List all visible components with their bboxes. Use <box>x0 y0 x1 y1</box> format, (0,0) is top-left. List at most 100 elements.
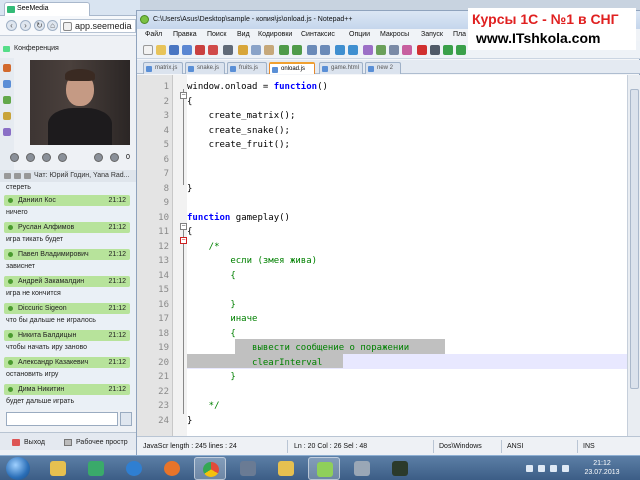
settings-icon[interactable] <box>3 128 11 136</box>
open-folder-icon[interactable] <box>156 45 166 55</box>
new-file-icon[interactable] <box>143 45 153 55</box>
print-icon[interactable] <box>223 45 233 55</box>
power-icon[interactable] <box>562 465 569 472</box>
tray-arrow-icon[interactable] <box>526 465 533 472</box>
chat-send-button[interactable] <box>120 412 132 426</box>
forward-icon[interactable]: › <box>20 20 31 31</box>
close-file-icon[interactable] <box>195 45 205 55</box>
cut-icon[interactable] <box>238 45 248 55</box>
paste-icon[interactable] <box>264 45 274 55</box>
file-tab-fruits[interactable]: fruits.js <box>227 62 267 74</box>
word-wrap-icon[interactable] <box>376 45 386 55</box>
taskbar-app-firefox[interactable] <box>156 457 188 480</box>
show-all-chars-icon[interactable] <box>389 45 399 55</box>
file-tab-new-2[interactable]: new 2 <box>365 62 401 74</box>
back-icon[interactable]: ‹ <box>6 20 17 31</box>
taskbar-app-chrome[interactable] <box>194 457 226 480</box>
line-number: 1 <box>163 82 169 92</box>
code-line: 19 вывести сообщение о поражении <box>137 341 627 356</box>
home-icon[interactable]: ⌂ <box>47 20 58 31</box>
sync-scroll-icon[interactable] <box>363 45 373 55</box>
internet-explorer-icon <box>126 461 142 476</box>
menu-item-edit[interactable]: Правка <box>173 29 197 41</box>
line-number: 7 <box>163 169 169 179</box>
record-icon[interactable] <box>110 153 119 162</box>
zoom-out-icon[interactable] <box>348 45 358 55</box>
close-all-icon[interactable] <box>208 45 218 55</box>
status-separator <box>433 440 434 453</box>
browser-tab[interactable]: SeeMedia <box>4 2 90 16</box>
taskbar-clock[interactable]: 21:12 23.07.2013 <box>572 459 632 477</box>
menu-item-plugins[interactable]: Пла <box>453 29 466 41</box>
menu-item-search[interactable]: Поиск <box>207 29 226 41</box>
menu-item-encoding[interactable]: Кодировки <box>258 29 292 41</box>
play-macro-icon[interactable] <box>443 45 453 55</box>
chat-users-icon[interactable] <box>14 173 21 179</box>
menu-item-file[interactable]: Файл <box>145 29 162 41</box>
reload-icon[interactable]: ↻ <box>34 20 45 31</box>
speaker-icon[interactable] <box>58 153 67 162</box>
chat-input[interactable] <box>6 412 118 426</box>
file-tab-matrix[interactable]: matrix.js <box>143 62 183 74</box>
url-input[interactable]: app.seemedia <box>60 19 136 33</box>
taskbar-app-ie[interactable] <box>118 457 150 480</box>
chat-time: 21:12 <box>108 359 126 366</box>
file-tab-label: fruits.js <box>239 65 259 71</box>
line-number: 22 <box>158 386 169 397</box>
chat-icon[interactable] <box>3 96 11 104</box>
save-all-icon[interactable] <box>182 45 192 55</box>
taskbar-app-notepadpp[interactable] <box>308 457 340 480</box>
replace-icon[interactable] <box>320 45 330 55</box>
chat-list-icon[interactable] <box>4 173 11 179</box>
file-tab-onload[interactable]: onload.js <box>269 62 315 74</box>
taskbar-app-cmd[interactable] <box>384 457 416 480</box>
line-number: 11 <box>158 227 169 237</box>
find-icon[interactable] <box>307 45 317 55</box>
menu-item-syntax[interactable]: Синтаксис <box>301 29 335 41</box>
rss-icon[interactable] <box>3 64 11 72</box>
zoom-in-icon[interactable] <box>335 45 345 55</box>
save-icon[interactable] <box>169 45 179 55</box>
menu-item-macros[interactable]: Макросы <box>380 29 409 41</box>
exit-button[interactable]: Выход <box>10 436 54 449</box>
taskbar-app-tools[interactable] <box>346 457 378 480</box>
taskbar-app-media[interactable] <box>232 457 264 480</box>
chat-time: 21:12 <box>108 197 126 204</box>
network-icon[interactable] <box>538 465 545 472</box>
start-button-icon[interactable] <box>6 457 30 480</box>
taskbar-app-explorer[interactable] <box>42 457 74 480</box>
record-macro-icon[interactable] <box>417 45 427 55</box>
workspace-button[interactable]: Рабочее простр <box>62 436 140 449</box>
chat-settings-icon[interactable] <box>24 173 31 179</box>
folder-icon[interactable] <box>3 112 11 120</box>
participants-icon[interactable] <box>94 153 103 162</box>
menu-item-run[interactable]: Запуск <box>421 29 443 41</box>
undo-icon[interactable] <box>279 45 289 55</box>
menu-item-view[interactable]: Вид <box>237 29 250 41</box>
indent-guide-icon[interactable] <box>402 45 412 55</box>
hand-icon[interactable] <box>26 153 35 162</box>
taskbar-app-qip[interactable] <box>80 457 112 480</box>
microphone-icon[interactable] <box>42 153 51 162</box>
stop-macro-icon[interactable] <box>430 45 440 55</box>
status-insert-mode: INS <box>583 443 595 450</box>
camera-toggle-icon[interactable] <box>10 153 19 162</box>
volume-icon[interactable] <box>550 465 557 472</box>
file-tab-label: onload.js <box>281 66 306 72</box>
redo-icon[interactable] <box>292 45 302 55</box>
browser-window: SeeMedia ‹ › ↻ ⌂ app.seemedia Конференци… <box>0 0 140 455</box>
taskbar-app-files[interactable] <box>270 457 302 480</box>
file-tab-game-html[interactable]: game.html <box>319 62 363 74</box>
run-macro-multiple-icon[interactable] <box>456 45 466 55</box>
copy-icon[interactable] <box>251 45 261 55</box>
file-tab-snake[interactable]: snake.js <box>185 62 225 74</box>
line-number: 15 <box>158 285 169 295</box>
menu-item-options[interactable]: Опции <box>349 29 370 41</box>
vertical-scrollbar[interactable] <box>627 75 640 436</box>
code-editor[interactable]: − − − 1 window.onload = function() 2{ 3 c… <box>137 75 627 436</box>
code-text: } <box>187 415 193 426</box>
user-icon[interactable] <box>3 80 11 88</box>
media-player-icon <box>240 461 256 476</box>
browser-tab-title: SeeMedia <box>17 5 49 12</box>
scrollbar-thumb[interactable] <box>630 89 639 389</box>
